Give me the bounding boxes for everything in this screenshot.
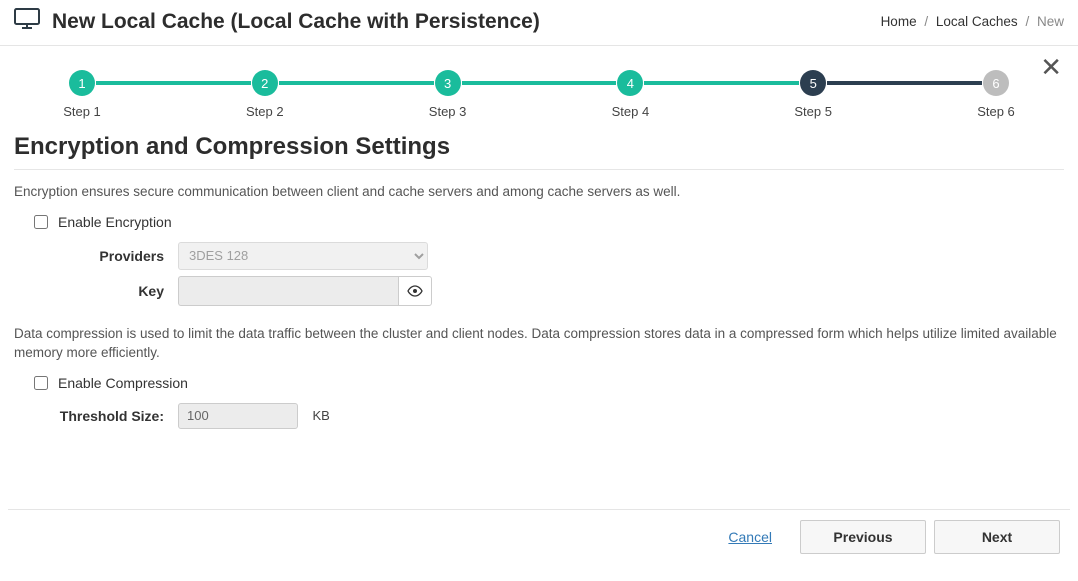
- step-bar: [644, 81, 799, 85]
- wizard-body: ✕ 1Step 12Step 23Step 34Step 45Step 56St…: [0, 46, 1078, 564]
- step-1[interactable]: 1Step 1: [68, 70, 96, 119]
- step-circle: 3: [435, 70, 461, 96]
- key-input[interactable]: [178, 276, 398, 306]
- step-bar: [96, 81, 251, 85]
- providers-select[interactable]: 3DES 128: [178, 242, 428, 270]
- step-bar: [279, 81, 434, 85]
- enable-compression-checkbox[interactable]: [34, 376, 48, 390]
- breadcrumb: Home / Local Caches / New: [881, 14, 1064, 29]
- compression-description: Data compression is used to limit the da…: [14, 324, 1064, 363]
- providers-label: Providers: [8, 248, 178, 264]
- close-icon[interactable]: ✕: [1040, 54, 1062, 80]
- enable-compression-label: Enable Compression: [58, 375, 188, 391]
- breadcrumb-local-caches[interactable]: Local Caches: [936, 14, 1018, 29]
- enable-encryption-row[interactable]: Enable Encryption: [30, 212, 1070, 232]
- step-bar: [462, 81, 617, 85]
- step-5[interactable]: 5Step 5: [799, 70, 827, 119]
- step-circle: 2: [252, 70, 278, 96]
- step-label: Step 6: [977, 104, 1015, 119]
- threshold-label: Threshold Size:: [8, 408, 178, 424]
- threshold-unit: KB: [312, 408, 329, 423]
- step-label: Step 4: [612, 104, 650, 119]
- step-circle: 4: [617, 70, 643, 96]
- step-label: Step 2: [246, 104, 284, 119]
- step-3[interactable]: 3Step 3: [434, 70, 462, 119]
- step-bar: [827, 81, 982, 85]
- page-title: New Local Cache (Local Cache with Persis…: [52, 10, 540, 34]
- page-header: New Local Cache (Local Cache with Persis…: [0, 0, 1078, 46]
- step-circle: 1: [69, 70, 95, 96]
- step-label: Step 1: [63, 104, 101, 119]
- step-2[interactable]: 2Step 2: [251, 70, 279, 119]
- enable-encryption-label: Enable Encryption: [58, 214, 172, 230]
- divider: [14, 169, 1064, 170]
- encryption-description: Encryption ensures secure communication …: [14, 182, 1064, 202]
- next-button[interactable]: Next: [934, 520, 1060, 554]
- step-4[interactable]: 4Step 4: [616, 70, 644, 119]
- step-circle: 5: [800, 70, 826, 96]
- enable-compression-row[interactable]: Enable Compression: [30, 373, 1070, 393]
- step-circle: 6: [983, 70, 1009, 96]
- step-label: Step 5: [794, 104, 832, 119]
- wizard-stepper: 1Step 12Step 23Step 34Step 45Step 56Step…: [68, 70, 1010, 119]
- cancel-link[interactable]: Cancel: [728, 529, 772, 545]
- threshold-input[interactable]: [178, 403, 298, 429]
- enable-encryption-checkbox[interactable]: [34, 215, 48, 229]
- breadcrumb-current: New: [1037, 14, 1064, 29]
- step-label: Step 3: [429, 104, 467, 119]
- key-label: Key: [8, 283, 178, 299]
- eye-icon[interactable]: [398, 276, 432, 306]
- monitor-icon: [14, 8, 40, 35]
- step-6[interactable]: 6Step 6: [982, 70, 1010, 119]
- section-title: Encryption and Compression Settings: [14, 133, 1064, 161]
- wizard-footer: Cancel Previous Next: [8, 509, 1070, 564]
- breadcrumb-home[interactable]: Home: [881, 14, 917, 29]
- previous-button[interactable]: Previous: [800, 520, 926, 554]
